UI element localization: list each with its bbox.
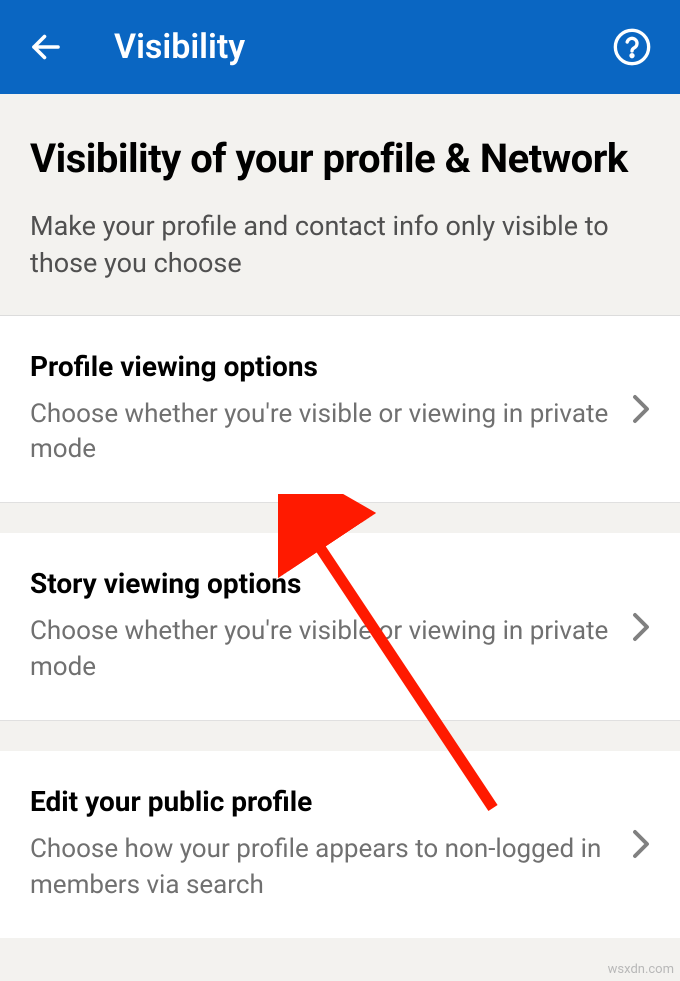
watermark: wsxdn.com	[608, 962, 674, 977]
list-item-content: Story viewing options Choose whether you…	[30, 567, 632, 686]
list-item-content: Profile viewing options Choose whether y…	[30, 350, 632, 469]
list-item-title: Story viewing options	[30, 567, 612, 600]
list-item-title: Edit your public profile	[30, 785, 612, 818]
list-item-title: Profile viewing options	[30, 350, 612, 383]
list-item-desc: Choose whether you're visible or viewing…	[30, 397, 612, 469]
section-heading: Visibility of your profile & Network Mak…	[0, 94, 680, 316]
arrow-left-icon	[28, 29, 64, 65]
setting-edit-public-profile[interactable]: Edit your public profile Choose how your…	[0, 751, 680, 938]
help-button[interactable]	[612, 27, 652, 67]
list-item-content: Edit your public profile Choose how your…	[30, 785, 632, 904]
spacer	[0, 503, 680, 533]
help-icon	[612, 27, 652, 67]
app-header: Visibility	[0, 0, 680, 94]
chevron-right-icon	[632, 394, 650, 424]
list-item-desc: Choose whether you're visible or viewing…	[30, 614, 612, 686]
back-button[interactable]	[26, 27, 66, 67]
spacer	[0, 721, 680, 751]
page-title: Visibility	[114, 27, 245, 67]
list-item-desc: Choose how your profile appears to non-l…	[30, 832, 612, 904]
section-title: Visibility of your profile & Network	[30, 134, 650, 184]
setting-story-viewing-options[interactable]: Story viewing options Choose whether you…	[0, 533, 680, 721]
section-subtitle: Make your profile and contact info only …	[30, 208, 650, 283]
chevron-right-icon	[632, 612, 650, 642]
setting-profile-viewing-options[interactable]: Profile viewing options Choose whether y…	[0, 316, 680, 504]
chevron-right-icon	[632, 829, 650, 859]
